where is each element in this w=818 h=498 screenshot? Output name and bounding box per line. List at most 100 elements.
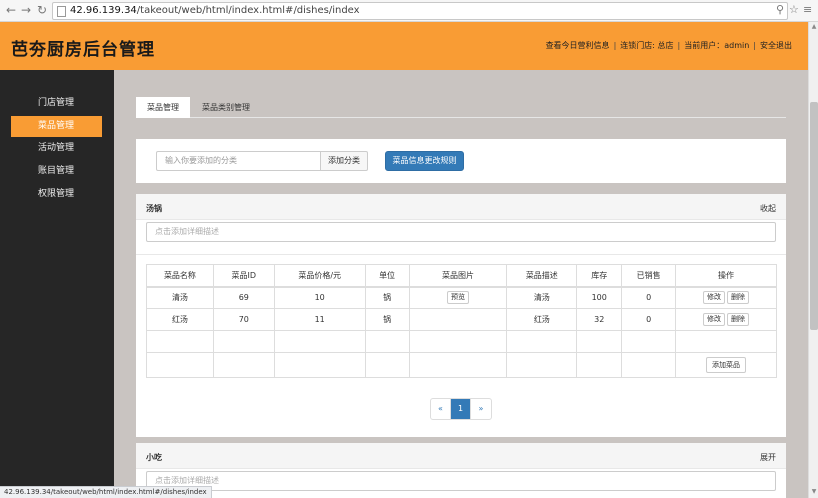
dish-description: 清汤 bbox=[506, 286, 578, 309]
page-icon bbox=[57, 6, 66, 17]
pagination-next[interactable]: » bbox=[471, 399, 491, 419]
url-path: /takeout/web/html/index.html#/dishes/ind… bbox=[136, 5, 360, 16]
forward-icon[interactable]: → bbox=[19, 3, 33, 17]
column-header: 菜品描述 bbox=[506, 264, 578, 288]
group-header: 汤锅 收起 bbox=[136, 194, 786, 220]
empty-cell bbox=[273, 352, 366, 378]
header-links: 查看今日营利信息 | 连锁门店: 总店 | 当前用户：admin | 安全退出 bbox=[546, 40, 792, 51]
brand-title: 芭夯厨房后台管理 bbox=[11, 40, 155, 60]
preview-button[interactable]: 预览 bbox=[446, 291, 469, 305]
dish-name: 红汤 bbox=[146, 308, 214, 331]
star-icon[interactable]: ☆ bbox=[789, 3, 799, 16]
delete-button[interactable]: 删除 bbox=[727, 291, 750, 305]
toolbar-panel: 输入你要添加的分类 添加分类 菜品信息更改规则 bbox=[136, 139, 786, 183]
add-dish-button[interactable]: 添加菜品 bbox=[706, 357, 747, 373]
group-description-input[interactable]: 点击添加详细描述 bbox=[146, 222, 776, 242]
sidebar-item-permissions[interactable]: 权限管理 bbox=[11, 184, 102, 205]
table-row: 清汤 69 10 锅 预览 清汤 100 0 修改 删除 bbox=[146, 286, 777, 309]
divider bbox=[136, 254, 786, 255]
empty-cell bbox=[146, 330, 214, 353]
column-header: 菜品ID bbox=[212, 264, 275, 288]
logout-link[interactable]: 安全退出 bbox=[760, 41, 792, 50]
header-separator: | bbox=[613, 41, 617, 50]
scroll-down-icon[interactable]: ▼ bbox=[810, 488, 818, 496]
empty-cell bbox=[408, 330, 508, 353]
reload-icon[interactable]: ↻ bbox=[35, 3, 49, 17]
dish-image-cell bbox=[408, 308, 508, 331]
store-label: 连锁门店: 总店 bbox=[620, 41, 674, 50]
dish-description: 红汤 bbox=[506, 308, 578, 331]
table-row-add: 添加菜品 bbox=[146, 352, 777, 378]
status-bar-url: 42.96.139.34/takeout/web/html/index.html… bbox=[0, 486, 212, 498]
column-header: 库存 bbox=[576, 264, 623, 288]
empty-cell bbox=[506, 352, 578, 378]
earnings-link[interactable]: 查看今日营利信息 bbox=[546, 41, 610, 50]
app-header: 芭夯厨房后台管理 查看今日营利信息 | 连锁门店: 总店 | 当前用户：admin | 安全… bbox=[0, 22, 808, 70]
column-header: 菜品价格/元 bbox=[273, 264, 366, 288]
menu-icon[interactable]: ≡ bbox=[803, 3, 812, 16]
empty-cell bbox=[364, 330, 410, 353]
dish-rules-button[interactable]: 菜品信息更改规则 bbox=[385, 151, 464, 171]
edit-button[interactable]: 修改 bbox=[703, 313, 726, 326]
group-description-input[interactable]: 点击添加详细描述 bbox=[146, 471, 776, 491]
empty-cell bbox=[146, 352, 214, 378]
column-header: 已销售 bbox=[621, 264, 677, 288]
column-header: 单位 bbox=[364, 264, 410, 288]
category-input[interactable]: 输入你要添加的分类 bbox=[156, 151, 321, 171]
edit-button[interactable]: 修改 bbox=[703, 291, 726, 305]
empty-cell bbox=[576, 330, 623, 353]
dish-table: 菜品名称 菜品ID 菜品价格/元 单位 菜品图片 菜品描述 库存 已销售 操作 … bbox=[146, 264, 777, 378]
pagination-page[interactable]: 1 bbox=[451, 399, 471, 419]
group-header: 小吃 展开 bbox=[136, 443, 786, 469]
actions-cell: 修改 删除 bbox=[675, 286, 777, 309]
empty-cell bbox=[212, 352, 275, 378]
sidebar-item-activities[interactable]: 活动管理 bbox=[11, 138, 102, 159]
table-header-row: 菜品名称 菜品ID 菜品价格/元 单位 菜品图片 菜品描述 库存 已销售 操作 bbox=[146, 264, 777, 288]
column-header: 菜品名称 bbox=[146, 264, 214, 288]
empty-cell bbox=[621, 352, 677, 378]
dish-price: 10 bbox=[273, 286, 366, 309]
dish-stock: 32 bbox=[576, 308, 623, 331]
tab-bar: 菜品管理 菜品类别管理 bbox=[136, 97, 786, 118]
dish-stock: 100 bbox=[576, 286, 623, 309]
group-title: 汤锅 bbox=[146, 204, 162, 213]
address-url: 42.96.139.34/takeout/web/html/index.html… bbox=[70, 5, 360, 16]
tab-dishes[interactable]: 菜品管理 bbox=[136, 97, 190, 118]
add-dish-cell: 添加菜品 bbox=[675, 352, 777, 378]
add-category-button[interactable]: 添加分类 bbox=[321, 151, 368, 171]
sidebar-item-accounts[interactable]: 账目管理 bbox=[11, 161, 102, 182]
scroll-thumb[interactable] bbox=[810, 102, 818, 330]
dish-price: 11 bbox=[273, 308, 366, 331]
header-separator: | bbox=[753, 41, 756, 50]
collapse-toggle[interactable]: 收起 bbox=[760, 203, 776, 214]
dish-sold: 0 bbox=[621, 286, 677, 309]
dish-name: 清汤 bbox=[146, 286, 214, 309]
empty-cell bbox=[675, 330, 777, 353]
dish-sold: 0 bbox=[621, 308, 677, 331]
address-bar[interactable]: 42.96.139.34/takeout/web/html/index.html… bbox=[52, 2, 788, 20]
dish-id: 70 bbox=[212, 308, 275, 331]
empty-cell bbox=[212, 330, 275, 353]
header-separator: | bbox=[677, 41, 681, 50]
sidebar-item-dishes[interactable]: 菜品管理 bbox=[11, 116, 102, 137]
dish-unit: 锅 bbox=[364, 286, 410, 309]
column-header: 菜品图片 bbox=[408, 264, 508, 288]
delete-button[interactable]: 删除 bbox=[727, 313, 750, 326]
dish-group-panel: 汤锅 收起 点击添加详细描述 菜品名称 菜品ID 菜品价格/元 单位 菜品图片 … bbox=[136, 194, 786, 437]
dish-unit: 锅 bbox=[364, 308, 410, 331]
current-user-label: 当前用户：admin bbox=[684, 41, 750, 50]
dish-id: 69 bbox=[212, 286, 275, 309]
dish-group-panel: 小吃 展开 点击添加详细描述 bbox=[136, 443, 786, 498]
table-row-empty bbox=[146, 330, 777, 353]
page-scrollbar[interactable]: ▲ ▼ bbox=[808, 22, 818, 498]
actions-cell: 修改 删除 bbox=[675, 308, 777, 331]
main-content: 菜品管理 菜品类别管理 输入你要添加的分类 添加分类 菜品信息更改规则 汤锅 收… bbox=[114, 70, 808, 498]
back-icon[interactable]: ← bbox=[4, 3, 18, 17]
sidebar-item-store[interactable]: 门店管理 bbox=[11, 93, 102, 114]
scroll-up-icon[interactable]: ▲ bbox=[810, 23, 818, 31]
sidebar: 门店管理 菜品管理 活动管理 账目管理 权限管理 bbox=[0, 70, 114, 498]
expand-toggle[interactable]: 展开 bbox=[760, 452, 776, 463]
tab-dish-categories[interactable]: 菜品类别管理 bbox=[191, 97, 261, 118]
pagination-prev[interactable]: « bbox=[431, 399, 451, 419]
key-icon[interactable]: ⚲ bbox=[776, 3, 784, 16]
